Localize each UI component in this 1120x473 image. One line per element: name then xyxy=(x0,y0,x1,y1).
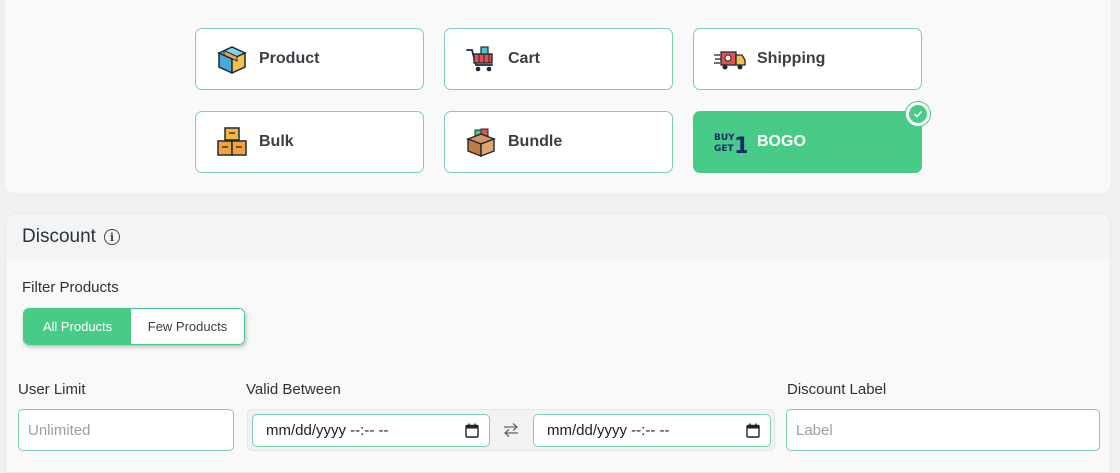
discount-panel: Discount i Filter Products All Products … xyxy=(5,213,1111,473)
discount-label-label: Discount Label xyxy=(787,381,887,398)
valid-between-label: Valid Between xyxy=(246,381,341,398)
valid-to-datetime-input[interactable]: mm/dd/yyyy --:-- -- xyxy=(533,414,771,447)
delivery-truck-icon xyxy=(713,42,747,76)
discount-type-panel: Product Cart Shipping Bulk Bundle BUY GE… xyxy=(5,0,1111,193)
type-card-label: Shipping xyxy=(757,50,826,67)
user-limit-label: User Limit xyxy=(18,381,86,398)
discount-title: Discount xyxy=(22,226,96,247)
type-card-label: BOGO xyxy=(757,133,806,150)
selected-check-icon xyxy=(906,102,930,126)
filter-products-toggle: All Products Few Products xyxy=(23,308,245,345)
type-card-bulk[interactable]: Bulk xyxy=(195,111,424,173)
swap-arrows-icon xyxy=(502,422,520,443)
type-card-label: Bundle xyxy=(508,133,563,150)
type-card-bogo[interactable]: BUY GET 1 BOGO xyxy=(693,102,930,173)
type-card-product[interactable]: Product xyxy=(195,28,424,90)
valid-from-value: mm/dd/yyyy --:-- -- xyxy=(266,422,389,439)
type-card-cart[interactable]: Cart xyxy=(444,28,673,90)
valid-to-value: mm/dd/yyyy --:-- -- xyxy=(547,422,670,439)
discount-label-input[interactable] xyxy=(786,409,1100,451)
bundle-box-icon xyxy=(464,125,498,159)
type-card-label: Cart xyxy=(508,50,541,67)
type-card-bundle[interactable]: Bundle xyxy=(444,111,673,173)
svg-text:BUY: BUY xyxy=(714,133,735,143)
calendar-icon[interactable] xyxy=(465,423,479,442)
user-limit-input[interactable] xyxy=(18,409,234,451)
few-products-option[interactable]: Few Products xyxy=(131,309,244,344)
all-products-option[interactable]: All Products xyxy=(24,309,131,344)
product-box-icon xyxy=(215,42,249,76)
shopping-cart-icon xyxy=(464,42,498,76)
valid-between-range: mm/dd/yyyy --:-- -- mm/dd/yyyy --:-- -- xyxy=(247,409,775,451)
svg-text:1: 1 xyxy=(734,134,747,159)
buy-get-1-icon: BUY GET 1 xyxy=(713,125,747,159)
calendar-icon[interactable] xyxy=(746,423,760,442)
discount-header: Discount i xyxy=(6,214,1110,260)
filter-products-label: Filter Products xyxy=(22,279,119,296)
info-icon[interactable]: i xyxy=(103,229,120,245)
type-card-label: Bulk xyxy=(259,133,294,150)
svg-text:GET: GET xyxy=(714,144,735,154)
stacked-boxes-icon xyxy=(215,125,249,159)
type-card-shipping[interactable]: Shipping xyxy=(693,28,922,90)
valid-from-datetime-input[interactable]: mm/dd/yyyy --:-- -- xyxy=(252,414,490,447)
type-card-label: Product xyxy=(259,50,320,67)
